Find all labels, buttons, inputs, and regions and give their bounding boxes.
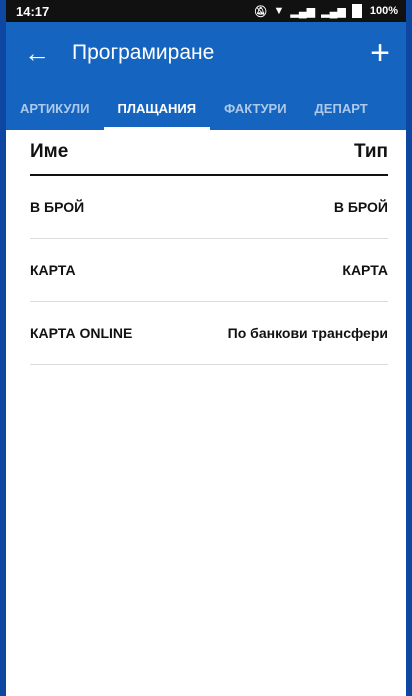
signal-icon: ▂▄▆ <box>321 5 346 18</box>
row-name: КАРТА ONLINE <box>30 325 133 341</box>
arrow-left-icon[interactable]: ← <box>24 40 54 66</box>
battery-level: 100% <box>369 5 398 17</box>
status-icons: 🔕︎ ▼ ▂▄▆ ▂▄▆ 100% <box>254 4 398 18</box>
page-title: Програмиране <box>72 41 215 64</box>
row-type: КАРТА <box>342 262 388 278</box>
tab-label: ДЕПАРТ <box>314 101 368 116</box>
tab-departments[interactable]: ДЕПАРТ <box>301 101 382 130</box>
wifi-icon: ▼ <box>273 5 285 17</box>
row-name: В БРОЙ <box>30 199 85 215</box>
table-row[interactable]: КАРТА ONLINE По банкови трансфери <box>30 302 388 365</box>
table-row[interactable]: В БРОЙ В БРОЙ <box>30 176 388 239</box>
row-type: По банкови трансфери <box>227 325 388 341</box>
row-name: КАРТА <box>30 262 76 278</box>
tab-payments[interactable]: ПЛАЩАНИЯ <box>103 101 211 130</box>
table-header: Име Тип <box>30 130 388 176</box>
column-header-type: Тип <box>353 141 388 162</box>
tab-bar: АРТИКУЛИ ПЛАЩАНИЯ ФАКТУРИ ДЕПАРТ <box>6 84 406 130</box>
tab-label: АРТИКУЛИ <box>20 101 90 116</box>
status-bar: 14:17 🔕︎ ▼ ▂▄▆ ▂▄▆ 100% <box>6 0 406 22</box>
app-bar: ← Програмиране + <box>6 22 406 84</box>
tab-label: ФАКТУРИ <box>224 101 287 116</box>
tab-label: ПЛАЩАНИЯ <box>117 101 197 116</box>
phone-frame: 14:17 🔕︎ ▼ ▂▄▆ ▂▄▆ 100% ← Програмиране +… <box>0 0 412 696</box>
status-time: 14:17 <box>16 3 50 19</box>
tab-invoices[interactable]: ФАКТУРИ <box>210 101 300 130</box>
payments-list: Име Тип В БРОЙ В БРОЙ КАРТА КАРТА КАРТА … <box>6 130 406 365</box>
mute-icon: 🔕︎ <box>253 5 268 18</box>
signal-icon: ▂▄▆ <box>290 5 316 18</box>
plus-icon[interactable]: + <box>370 36 390 70</box>
row-type: В БРОЙ <box>333 199 388 215</box>
tab-articles[interactable]: АРТИКУЛИ <box>6 101 104 130</box>
table-row[interactable]: КАРТА КАРТА <box>30 239 388 302</box>
battery-icon <box>351 4 362 18</box>
column-header-name: Име <box>30 141 69 162</box>
